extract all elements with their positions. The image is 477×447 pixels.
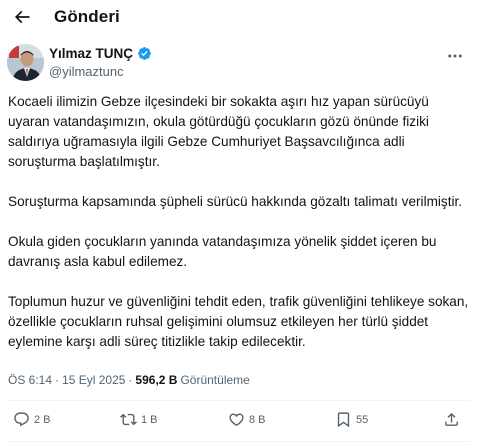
more-options-button[interactable] [444,48,466,64]
display-name[interactable]: Yılmaz TUNÇ [49,46,133,61]
back-button[interactable] [11,6,33,28]
repost-button[interactable]: 1 B [120,411,158,428]
reply-count: 2 B [34,413,51,426]
tweet-paragraph: Kocaeli ilimizin Gebze ilçesindeki bir s… [8,94,429,169]
tweet-date[interactable]: 15 Eyl 2025 [62,373,125,387]
divider [8,400,470,401]
author-handle[interactable]: @yilmaztunc [49,64,124,79]
arrow-left-icon [14,10,30,24]
bookmark-button[interactable]: 55 [335,411,368,428]
name-row: Yılmaz TUNÇ [49,46,152,61]
top-bar: Gönderi [0,0,477,34]
tweet-paragraph: Okula giden çocukların yanında vatandaşı… [8,234,437,269]
reply-icon [14,412,29,427]
like-count: 8 B [249,413,266,426]
page-title: Gönderi [54,7,120,26]
tweet-text: Kocaeli ilimizin Gebze ilçesindeki bir s… [8,92,470,352]
repost-icon [120,413,137,426]
reply-button[interactable]: 2 B [13,411,51,428]
action-bar: 2 B 1 B 8 B 55 [0,411,477,433]
divider [8,441,470,442]
like-icon [229,413,244,426]
views-label: Görüntüleme [180,373,250,387]
meta-separator: · [55,373,60,387]
tweet-paragraph: Toplumun huzur ve güvenliğini tehdit ede… [8,294,469,349]
repost-count: 1 B [141,413,158,426]
share-icon [445,412,458,426]
like-button[interactable]: 8 B [228,411,266,428]
views-count: 596,2 B [135,373,178,387]
bookmark-icon [337,412,350,428]
more-icon [448,54,462,58]
verified-badge-icon [137,46,152,61]
author-row: Yılmaz TUNÇ @yilmaztunc [7,42,477,86]
bookmark-count: 55 [356,413,369,426]
share-button[interactable] [443,411,460,428]
avatar[interactable] [7,44,44,81]
tweet-meta: ÖS 6:14 · 15 Eyl 2025 · 596,2 B Görüntül… [8,373,250,387]
tweet-time[interactable]: ÖS 6:14 [8,373,52,387]
meta-separator: · [128,373,133,387]
avatar-image [7,44,44,81]
tweet-paragraph: Soruşturma kapsamında şüpheli sürücü hak… [8,194,463,209]
